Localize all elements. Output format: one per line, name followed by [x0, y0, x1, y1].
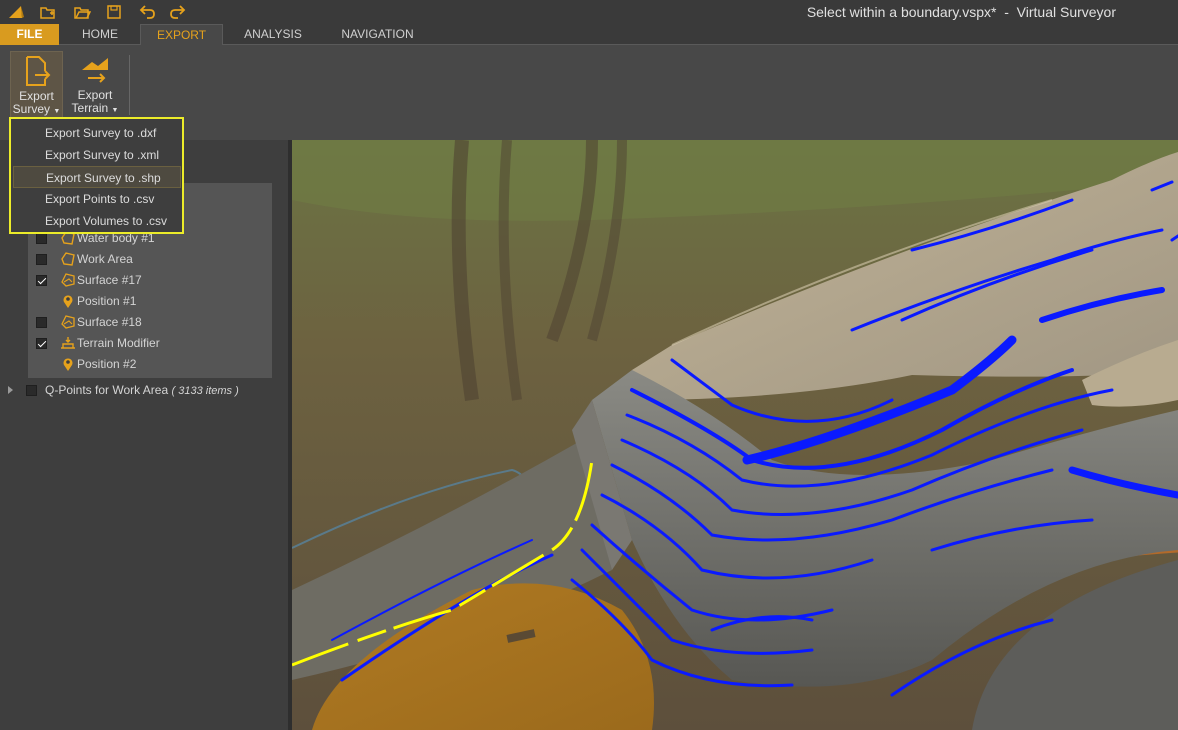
save-icon[interactable]	[104, 3, 124, 21]
redo-icon[interactable]	[168, 3, 188, 21]
expand-arrow-icon[interactable]	[8, 386, 13, 394]
export-terrain-label-2: Terrain	[71, 101, 109, 115]
position-pin-icon	[60, 293, 76, 309]
ribbon-separator	[129, 55, 130, 115]
tab-analysis[interactable]: ANALYSIS	[232, 24, 314, 45]
layer-row-work-area[interactable]: Work Area	[0, 249, 292, 269]
layer-label: Position #1	[77, 294, 137, 308]
layer-checkbox[interactable]	[36, 317, 47, 328]
export-terrain-icon	[68, 51, 122, 89]
menu-item-export-xml[interactable]: Export Survey to .xml	[13, 144, 181, 166]
qpoints-row[interactable]: Q-Points for Work Area ( 3133 items )	[0, 380, 292, 400]
layer-checkbox[interactable]	[36, 275, 47, 286]
new-project-icon[interactable]	[38, 3, 58, 21]
tab-navigation[interactable]: NAVIGATION	[330, 24, 425, 45]
polygon-icon	[60, 251, 76, 267]
tab-export[interactable]: EXPORT	[140, 24, 223, 46]
layer-label: Surface #17	[77, 273, 142, 287]
terrain-modifier-icon	[60, 335, 76, 351]
export-terrain-button[interactable]: Export Terrain ▼	[68, 51, 122, 119]
layer-checkbox[interactable]	[36, 233, 47, 244]
menu-item-export-volumes-csv[interactable]: Export Volumes to .csv	[13, 210, 181, 232]
layer-row-terrain-modifier[interactable]: Terrain Modifier	[0, 333, 292, 353]
qpoints-count: ( 3133 items )	[171, 385, 239, 397]
qpoints-checkbox[interactable]	[26, 385, 37, 396]
layer-row-surface-17[interactable]: Surface #17	[0, 270, 292, 290]
export-survey-label-2: Survey	[12, 102, 51, 116]
tab-file[interactable]: FILE	[0, 24, 59, 45]
layer-row-surface-18[interactable]: Surface #18	[0, 312, 292, 332]
layer-checkbox[interactable]	[36, 254, 47, 265]
menu-item-export-points-csv[interactable]: Export Points to .csv	[13, 188, 181, 210]
terrain-3d-viewport[interactable]	[292, 140, 1178, 730]
export-survey-icon	[11, 52, 62, 90]
menu-item-export-shp[interactable]: Export Survey to .shp	[13, 166, 181, 188]
position-pin-icon	[60, 356, 76, 372]
dropdown-arrow-icon: ▼	[111, 107, 119, 114]
qpoints-label: Q-Points for Work Area ( 3133 items )	[45, 380, 239, 401]
title-bar: Select within a boundary.vspx* - Virtual…	[0, 0, 1178, 24]
layer-label: Surface #18	[77, 315, 142, 329]
window-title: Select within a boundary.vspx* - Virtual…	[806, 4, 1116, 20]
export-survey-menu: Export Survey to .dxf Export Survey to .…	[9, 117, 184, 234]
open-folder-icon[interactable]	[72, 3, 92, 21]
dropdown-arrow-icon: ▼	[53, 108, 61, 115]
tab-home[interactable]: HOME	[69, 24, 131, 45]
ribbon-tab-bar: FILE HOME EXPORT ANALYSIS NAVIGATION	[0, 24, 1178, 46]
surface-icon	[60, 314, 76, 330]
layer-row-position-2[interactable]: Position #2	[0, 354, 292, 374]
qpoints-name: Q-Points for Work Area	[45, 383, 169, 397]
layer-checkbox[interactable]	[36, 338, 47, 349]
app-logo-icon[interactable]	[6, 3, 26, 21]
surface-icon	[60, 272, 76, 288]
layer-label: Position #2	[77, 357, 137, 371]
layer-label: Terrain Modifier	[77, 336, 160, 350]
layer-row-position-1[interactable]: Position #1	[0, 291, 292, 311]
menu-item-export-dxf[interactable]: Export Survey to .dxf	[13, 122, 181, 144]
export-survey-button[interactable]: Export Survey ▼	[10, 51, 63, 119]
layer-label: Work Area	[77, 252, 133, 266]
undo-icon[interactable]	[137, 3, 157, 21]
terrain-render	[292, 140, 1178, 730]
